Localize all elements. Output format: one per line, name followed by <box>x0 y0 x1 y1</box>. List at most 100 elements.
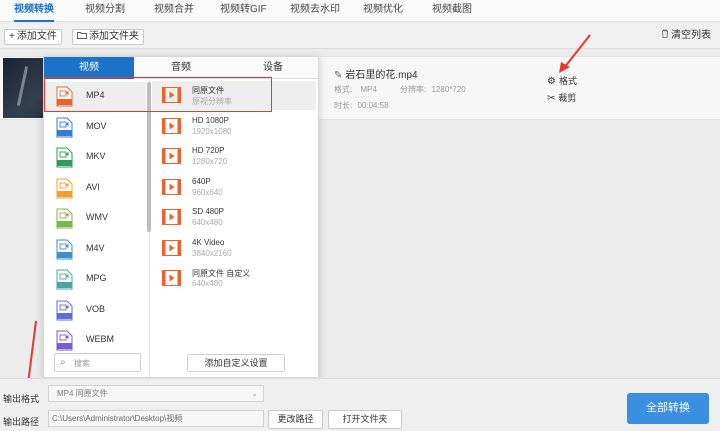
format-item-wmv[interactable]: WMV <box>44 204 146 233</box>
resolution-item[interactable]: SD 480P 640x480 <box>152 203 316 232</box>
resolution-title: SD 480P <box>192 207 225 216</box>
video-file-icon <box>56 147 73 168</box>
resolution-list: 同原文件 原视分辨率 HD 1080P 1920x1080 HD 720P 1280x72… <box>147 80 318 348</box>
clear-list-button[interactable]: 清空列表 <box>657 29 715 45</box>
tab-video-formats[interactable]: 视频 <box>44 57 134 79</box>
resolution-item[interactable]: 同原文件 自定义 640x480 <box>152 264 316 293</box>
resolution-value: 1280*720 <box>431 85 466 94</box>
output-path-label: 输出路径 <box>3 417 40 427</box>
format-item-avi[interactable]: AVI <box>44 174 146 203</box>
format-category-tabs: 视频 音频 设备 <box>44 57 318 79</box>
folder-icon <box>77 30 87 44</box>
resolution-item[interactable]: 4K Video 3840x2160 <box>152 234 316 263</box>
format-dropdown-panel: 视频 音频 设备 MP4 MOV MKV AVI WMV M4V MPG VOB WEBM 同原… <box>43 56 319 378</box>
video-file-icon <box>56 269 73 290</box>
plus-icon: + <box>9 31 15 42</box>
format-label: 格式: <box>334 85 353 94</box>
resolution-title: 640P <box>192 176 211 186</box>
highlight-box <box>44 77 272 112</box>
add-custom-setting-button[interactable]: 添加自定义设置 <box>187 354 285 372</box>
resolution-size: 640x480 <box>192 218 223 227</box>
format-list: MP4 MOV MKV AVI WMV M4V MPG VOB WEBM <box>44 80 150 377</box>
gear-icon: ⚙ <box>547 76 556 87</box>
search-placeholder: 搜索 <box>74 359 90 368</box>
format-item-mpg[interactable]: MPG <box>44 265 146 294</box>
tab-video-screenshot[interactable]: 视频截图 <box>432 0 472 22</box>
tab-video-to-gif[interactable]: 视频转GIF <box>220 0 267 22</box>
resolution-size: 3840x2160 <box>192 248 232 258</box>
tab-video-split[interactable]: 视频分割 <box>85 0 125 22</box>
output-format-value: MP4 同原文件 <box>57 389 108 398</box>
file-name[interactable]: ✎ 岩石里的花.mp4 <box>334 66 418 81</box>
tab-video-optimize[interactable]: 视频优化 <box>363 0 403 22</box>
video-preset-icon <box>162 148 181 164</box>
format-settings-label: 格式 <box>558 76 577 86</box>
format-item-vob[interactable]: VOB <box>44 296 146 325</box>
resolution-title: HD 1080P <box>192 115 229 125</box>
open-folder-button[interactable]: 打开文件夹 <box>328 410 402 429</box>
file-format-info: 格式: MP4 <box>334 84 377 95</box>
video-file-icon <box>56 117 73 137</box>
add-file-label: 添加文件 <box>16 31 57 42</box>
format-item-label: VOB <box>86 303 106 314</box>
video-file-icon <box>56 239 73 259</box>
format-settings-button[interactable]: ⚙ 格式 <box>547 74 577 87</box>
chevron-down-icon: ⌄ <box>251 389 258 398</box>
pencil-icon[interactable]: ✎ <box>334 70 342 81</box>
resolution-title: 同原文件 自定义 <box>192 269 251 278</box>
search-icon: ⌕ <box>60 357 66 368</box>
main-tab-bar: 视频转换 视频分割 视频合并 视频转GIF 视频去水印 视频优化 视频截图 <box>0 0 720 22</box>
format-item-label: MPG <box>86 273 107 283</box>
resolution-label: 分辨率: <box>400 85 427 94</box>
video-preset-icon <box>162 209 181 225</box>
toolbar: + 添加文件 添加文件夹 清空列表 <box>0 23 720 49</box>
file-duration-info: 时长: 00:04:58 <box>334 100 389 111</box>
format-item-mov[interactable]: MOV <box>44 113 146 142</box>
resolution-item[interactable]: 640P 960x640 <box>152 173 316 202</box>
duration-value: 00:04:58 <box>357 101 389 110</box>
video-file-icon <box>56 330 73 351</box>
video-preset-icon <box>162 270 181 286</box>
format-search-field[interactable]: ⌕ 搜索 <box>54 353 141 372</box>
resolution-item[interactable]: HD 720P 1280x720 <box>152 142 316 171</box>
format-value: MP4 <box>360 85 377 94</box>
tab-video-convert[interactable]: 视频转换 <box>14 0 54 22</box>
resolution-item[interactable]: HD 1080P 1920x1080 <box>152 112 316 141</box>
tab-remove-watermark[interactable]: 视频去水印 <box>290 0 340 22</box>
video-preset-icon <box>162 117 181 134</box>
format-item-mkv[interactable]: MKV <box>44 143 146 172</box>
file-resolution-info: 分辨率: 1280*720 <box>400 84 466 95</box>
resolution-size: 1920x1080 <box>192 126 232 136</box>
change-path-button[interactable]: 更改路径 <box>268 410 323 429</box>
video-preset-icon <box>162 239 181 256</box>
file-name-text: 岩石里的花.mp4 <box>345 70 418 81</box>
convert-all-button[interactable]: 全部转换 <box>627 393 709 424</box>
format-item-label: WMV <box>86 212 108 222</box>
format-item-label: MOV <box>86 120 107 131</box>
clear-list-label: 清空列表 <box>671 30 711 41</box>
add-folder-button[interactable]: 添加文件夹 <box>72 29 144 45</box>
output-format-label: 输出格式 <box>3 394 40 404</box>
tab-video-merge[interactable]: 视频合并 <box>154 0 194 22</box>
format-item-m4v[interactable]: M4V <box>44 235 146 264</box>
format-item-label: AVI <box>86 181 100 192</box>
resolution-title: HD 720P <box>192 146 225 155</box>
tab-device-formats[interactable]: 设备 <box>228 57 318 79</box>
output-path-field[interactable]: C:\Users\Administrator\Desktop\视频 <box>48 410 264 427</box>
cut-label: 裁剪 <box>558 93 577 103</box>
resolution-size: 960x640 <box>192 187 223 197</box>
tab-audio-formats[interactable]: 音频 <box>136 57 226 79</box>
video-file-icon <box>56 208 73 229</box>
add-file-button[interactable]: + 添加文件 <box>4 29 62 45</box>
format-item-webm[interactable]: WEBM <box>44 326 146 355</box>
resolution-size: 640x480 <box>192 279 223 288</box>
video-file-icon <box>56 178 73 198</box>
output-format-select[interactable]: MP4 同原文件 ⌄ <box>48 385 264 402</box>
duration-label: 时长: <box>334 101 353 110</box>
scissors-icon: ✂ <box>547 93 556 104</box>
video-preset-icon <box>162 178 181 195</box>
cut-button[interactable]: ✂ 裁剪 <box>547 91 576 104</box>
format-item-label: MKV <box>86 151 106 161</box>
red-arrow-annotation <box>559 34 591 73</box>
format-item-label: M4V <box>86 242 105 253</box>
